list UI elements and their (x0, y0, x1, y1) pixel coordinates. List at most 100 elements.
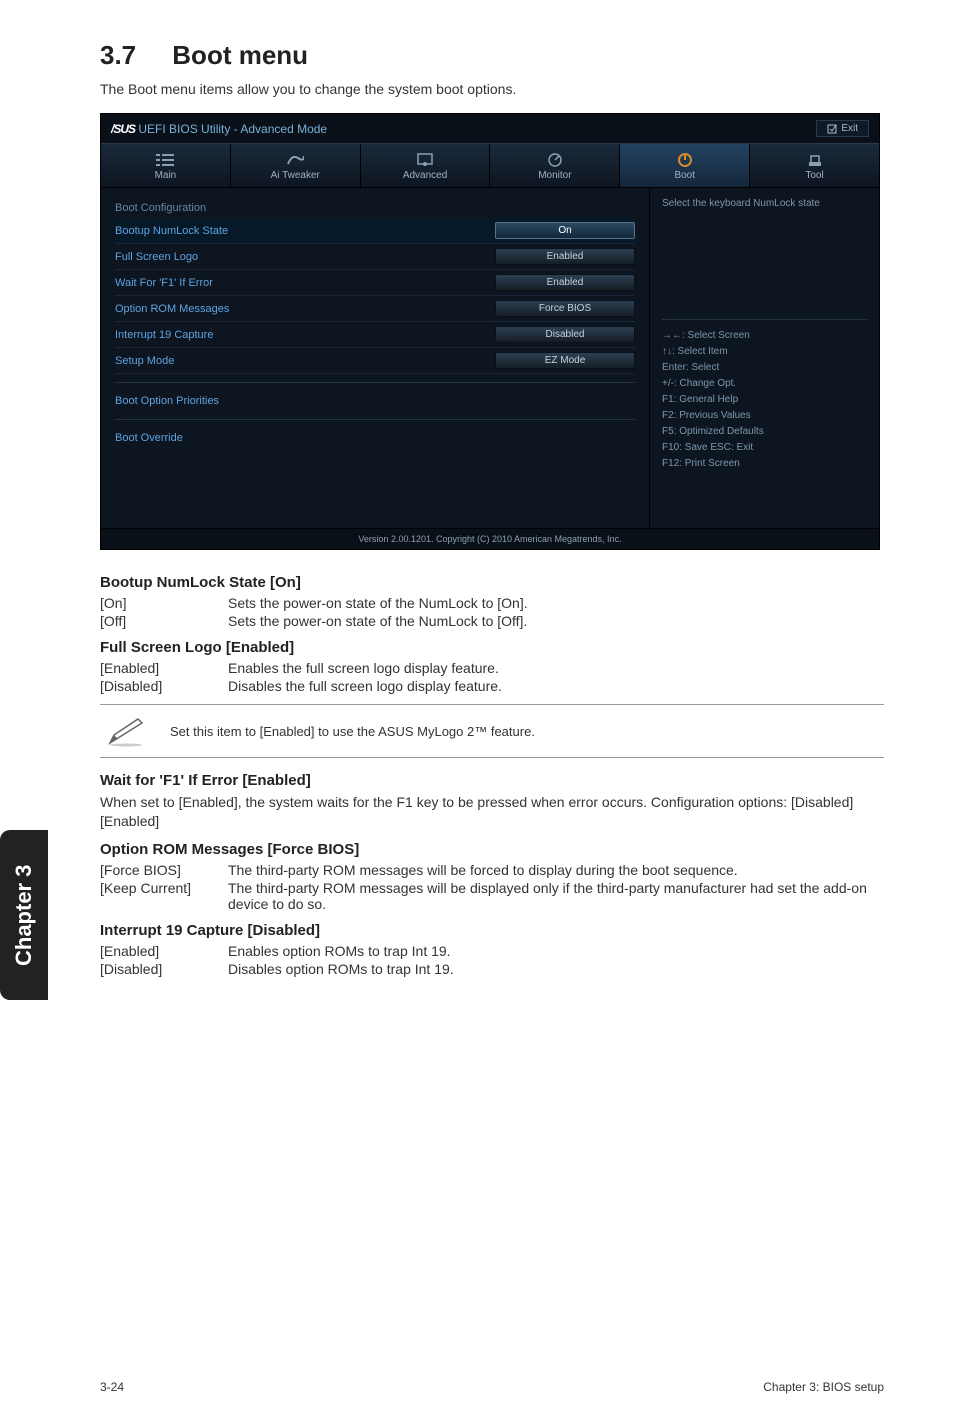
setting-label: Option ROM Messages (115, 303, 495, 315)
setting-label: Wait For 'F1' If Error (115, 277, 495, 289)
help-text: Select the keyboard NumLock state (662, 198, 867, 209)
main-icon (156, 152, 174, 168)
setting-label: Bootup NumLock State (115, 225, 495, 237)
option-desc: Disables the full screen logo display fe… (228, 678, 502, 694)
waitf1-head: Wait for 'F1' If Error [Enabled] (100, 772, 884, 789)
intro-text: The Boot menu items allow you to change … (100, 81, 884, 97)
setting-value[interactable]: Disabled (495, 326, 635, 343)
tab-main[interactable]: Main (101, 144, 231, 187)
bios-tabs: Main Ai Tweaker Advanced Monitor Boot To… (101, 143, 879, 188)
option-key: [Disabled] (100, 961, 228, 977)
int19-head: Interrupt 19 Capture [Disabled] (100, 922, 884, 939)
exit-button[interactable]: Exit (816, 120, 869, 137)
option-row: [Enabled] Enables the full screen logo d… (100, 660, 884, 676)
setting-row[interactable]: Interrupt 19 Capture Disabled (115, 322, 635, 348)
divider (115, 419, 635, 420)
option-key: [Force BIOS] (100, 862, 228, 878)
option-key: [Enabled] (100, 660, 228, 676)
setting-value[interactable]: On (495, 222, 635, 239)
boot-icon (676, 152, 694, 168)
setting-row[interactable]: Full Screen Logo Enabled (115, 244, 635, 270)
option-desc: Sets the power-on state of the NumLock t… (228, 595, 528, 611)
setting-row[interactable]: Bootup NumLock State On (115, 218, 635, 244)
option-key: [Enabled] (100, 943, 228, 959)
option-row: [Disabled] Disables the full screen logo… (100, 678, 884, 694)
tool-icon (806, 152, 824, 168)
tweaker-icon (286, 152, 304, 168)
note-text: Set this item to [Enabled] to use the AS… (170, 724, 535, 739)
bios-body: Boot Configuration Bootup NumLock State … (101, 188, 879, 528)
setting-row[interactable]: Option ROM Messages Force BIOS (115, 296, 635, 322)
option-desc: The third-party ROM messages will be dis… (228, 880, 884, 912)
bios-header: /SUS UEFI BIOS Utility - Advanced Mode E… (101, 114, 879, 143)
option-desc: Enables the full screen logo display fea… (228, 660, 499, 676)
section-number: 3.7 (100, 40, 136, 70)
nav-line: F5: Optimized Defaults (662, 424, 867, 440)
option-key: [Disabled] (100, 678, 228, 694)
waitf1-body: When set to [Enabled], the system waits … (100, 793, 884, 831)
nav-line: →←: Select Screen (662, 328, 867, 344)
setting-row[interactable]: Wait For 'F1' If Error Enabled (115, 270, 635, 296)
bios-right-pane: Select the keyboard NumLock state →←: Se… (649, 188, 879, 528)
bios-footer: Version 2.00.1201. Copyright (C) 2010 Am… (101, 528, 879, 549)
option-row: [Enabled] Enables option ROMs to trap In… (100, 943, 884, 959)
bios-left-pane: Boot Configuration Bootup NumLock State … (101, 188, 649, 528)
tab-monitor[interactable]: Monitor (490, 144, 620, 187)
nav-line: F2: Previous Values (662, 408, 867, 424)
option-row: [Off] Sets the power-on state of the Num… (100, 613, 884, 629)
option-key: [Off] (100, 613, 228, 629)
page-chapter: Chapter 3: BIOS setup (763, 1380, 884, 1394)
nav-help: →←: Select Screen ↑↓: Select Item Enter:… (662, 319, 867, 472)
option-desc: Disables option ROMs to trap Int 19. (228, 961, 454, 977)
section-title: Boot menu (172, 40, 308, 70)
setting-value[interactable]: EZ Mode (495, 352, 635, 369)
exit-label: Exit (841, 123, 858, 134)
tab-label: Boot (674, 170, 695, 181)
setting-value[interactable]: Enabled (495, 274, 635, 291)
setting-row[interactable]: Setup Mode EZ Mode (115, 348, 635, 374)
page-number: 3-24 (100, 1380, 124, 1394)
tab-label: Monitor (538, 170, 571, 181)
nav-line: Enter: Select (662, 360, 867, 376)
nav-line: F10: Save ESC: Exit (662, 440, 867, 456)
tab-ai-tweaker[interactable]: Ai Tweaker (231, 144, 361, 187)
section-heading: 3.7 Boot menu (100, 40, 884, 71)
bios-screenshot: /SUS UEFI BIOS Utility - Advanced Mode E… (100, 113, 880, 550)
option-desc: The third-party ROM messages will be for… (228, 862, 738, 878)
monitor-icon (546, 152, 564, 168)
setting-label: Full Screen Logo (115, 251, 495, 263)
boot-config-head: Boot Configuration (115, 198, 635, 218)
numlock-head: Bootup NumLock State [On] (100, 574, 884, 591)
setting-value[interactable]: Enabled (495, 248, 635, 265)
nav-line: F12: Print Screen (662, 456, 867, 472)
option-row: [Disabled] Disables option ROMs to trap … (100, 961, 884, 977)
optrom-head: Option ROM Messages [Force BIOS] (100, 841, 884, 858)
tab-tool[interactable]: Tool (750, 144, 879, 187)
option-key: [On] (100, 595, 228, 611)
setting-value[interactable]: Force BIOS (495, 300, 635, 317)
tab-label: Main (155, 170, 177, 181)
utility-title: UEFI BIOS Utility - Advanced Mode (138, 122, 327, 136)
option-row: [On] Sets the power-on state of the NumL… (100, 595, 884, 611)
note-icon (106, 715, 146, 747)
option-row: [Force BIOS] The third-party ROM message… (100, 862, 884, 878)
exit-icon (827, 124, 837, 134)
option-desc: Sets the power-on state of the NumLock t… (228, 613, 527, 629)
setting-label: Interrupt 19 Capture (115, 329, 495, 341)
page-footer: 3-24 Chapter 3: BIOS setup (100, 1380, 884, 1394)
note-box: Set this item to [Enabled] to use the AS… (100, 704, 884, 758)
tab-label: Tool (805, 170, 823, 181)
tab-label: Advanced (403, 170, 447, 181)
boot-override-head: Boot Override (115, 428, 635, 448)
nav-line: F1: General Help (662, 392, 867, 408)
tab-boot[interactable]: Boot (620, 144, 750, 187)
option-key: [Keep Current] (100, 880, 228, 912)
boot-priorities-head: Boot Option Priorities (115, 391, 635, 411)
brand-logo: /SUS (111, 122, 135, 136)
tab-label: Ai Tweaker (271, 170, 320, 181)
chapter-tab: Chapter 3 (0, 830, 48, 1000)
logo-head: Full Screen Logo [Enabled] (100, 639, 884, 656)
advanced-icon (416, 152, 434, 168)
nav-line: ↑↓: Select Item (662, 344, 867, 360)
tab-advanced[interactable]: Advanced (361, 144, 491, 187)
